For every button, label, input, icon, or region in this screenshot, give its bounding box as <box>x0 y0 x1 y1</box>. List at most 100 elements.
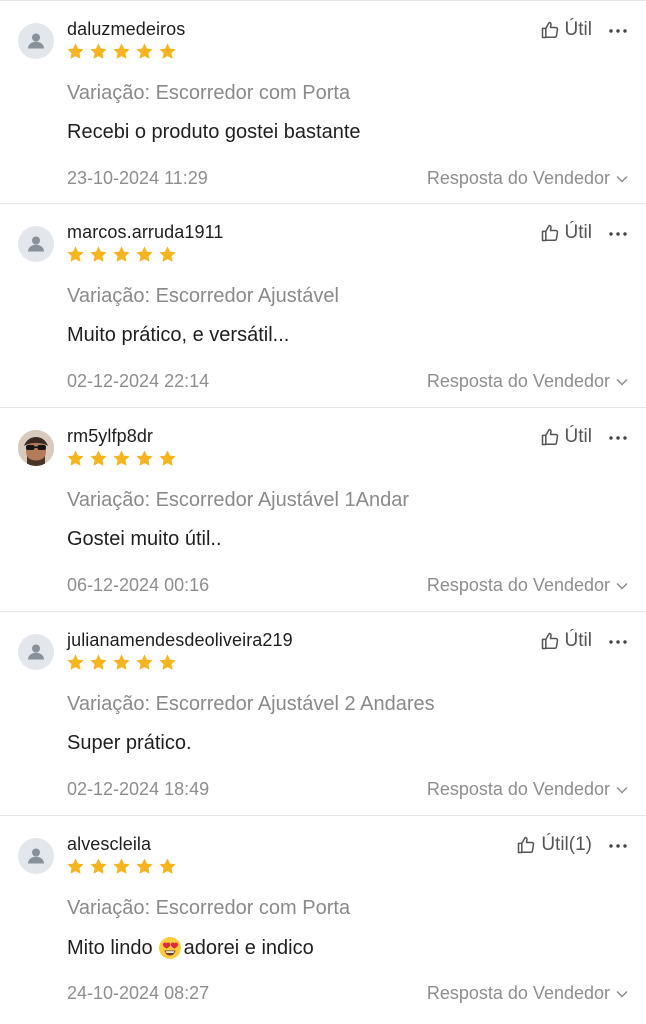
more-options-button[interactable] <box>608 224 628 244</box>
more-dots-icon <box>609 844 627 848</box>
review-timestamp: 02-12-2024 18:49 <box>67 779 210 799</box>
reviewer-username[interactable]: rm5ylfp8dr <box>67 426 153 447</box>
chevron-down-icon <box>616 175 628 183</box>
helpful-label: Útil <box>564 222 592 243</box>
star-icon <box>67 654 84 670</box>
more-options-button[interactable] <box>608 632 628 652</box>
reviewer-username[interactable]: alvescleila <box>67 834 151 855</box>
star-icon <box>136 654 153 670</box>
review-item: alvescleila Variação: Escorredor com Por… <box>0 816 646 1020</box>
star-icon <box>67 450 84 466</box>
variation-text: Variação: Escorredor Ajustável 2 Andares <box>67 693 435 715</box>
variation-text: Variação: Escorredor com Porta <box>67 82 351 104</box>
avatar[interactable] <box>18 430 54 466</box>
thumbs-up-icon <box>541 632 558 650</box>
helpful-label: Útil <box>564 426 592 447</box>
default-person-icon <box>28 33 44 49</box>
variation-text: Variação: Escorredor Ajustável <box>67 285 339 307</box>
star-icon <box>159 246 176 262</box>
seller-reply-toggle[interactable]: Resposta do Vendedor <box>427 779 628 800</box>
star-icon <box>159 43 176 59</box>
seller-reply-toggle[interactable]: Resposta do Vendedor <box>427 575 628 596</box>
star-icon <box>67 43 84 59</box>
more-options-button[interactable] <box>608 428 628 448</box>
helpful-button[interactable]: Útil <box>540 222 592 244</box>
star-icon <box>113 450 130 466</box>
thumbs-up-icon <box>541 224 558 242</box>
star-icon <box>136 450 153 466</box>
comment-text-before: Mito lindo <box>67 936 153 959</box>
avatar[interactable] <box>18 23 54 59</box>
review-item: rm5ylfp8dr Variação: Escorredor Ajustáve… <box>0 408 646 612</box>
comment-text-after: adorei e indico <box>183 936 314 959</box>
star-icon <box>159 858 176 874</box>
helpful-button[interactable]: Útil <box>540 630 592 652</box>
thumbs-up-icon <box>518 836 535 854</box>
helpful-label: Útil <box>564 19 592 40</box>
more-dots-icon <box>609 29 627 33</box>
avatar[interactable] <box>18 226 54 262</box>
star-rating <box>66 857 177 876</box>
helpful-label: Útil(1) <box>541 834 592 855</box>
helpful-label: Útil <box>564 630 592 651</box>
star-icon <box>113 654 130 670</box>
profile-photo <box>18 430 54 466</box>
review-timestamp: 02-12-2024 22:14 <box>67 371 210 391</box>
star-icon <box>159 654 176 670</box>
review-comment: Muito prático, e versátil... <box>67 324 290 346</box>
review-comment: Super prático. <box>67 732 192 754</box>
star-icon <box>113 43 130 59</box>
reviewer-username[interactable]: julianamendesdeoliveira219 <box>67 630 293 651</box>
review-timestamp: 23-10-2024 11:29 <box>67 168 208 188</box>
more-dots-icon <box>609 232 627 236</box>
chevron-down-icon <box>616 378 628 386</box>
review-comment: Recebi o produto gostei bastante <box>67 121 361 143</box>
thumbs-up-icon <box>541 21 558 39</box>
seller-reply-toggle[interactable]: Resposta do Vendedor <box>427 371 628 392</box>
variation-text: Variação: Escorredor Ajustável 1Andar <box>67 489 410 511</box>
seller-reply-label: Resposta do Vendedor <box>426 983 610 1003</box>
helpful-button[interactable]: Útil <box>540 426 592 448</box>
more-dots-icon <box>609 436 627 440</box>
seller-reply-label: Resposta do Vendedor <box>426 779 610 799</box>
thumbs-up-icon <box>541 428 558 446</box>
review-comment: Mito lindo adorei e indico <box>67 936 314 960</box>
default-person-icon <box>28 644 44 660</box>
star-icon <box>90 858 107 874</box>
more-dots-icon <box>609 640 627 644</box>
star-icon <box>136 43 153 59</box>
heart-eyes-emoji-icon <box>158 937 181 959</box>
chevron-down-icon <box>616 582 628 590</box>
star-rating <box>66 245 177 264</box>
review-list: daluzmedeiros Variação: Escorredor com P… <box>0 0 646 1020</box>
seller-reply-toggle[interactable]: Resposta do Vendedor <box>427 168 628 189</box>
helpful-button[interactable]: Útil(1) <box>516 834 592 856</box>
chevron-down-icon <box>616 786 628 794</box>
default-person-icon <box>28 848 44 864</box>
seller-reply-label: Resposta do Vendedor <box>426 575 610 595</box>
more-options-button[interactable] <box>608 21 628 41</box>
star-icon <box>67 246 84 262</box>
helpful-button[interactable]: Útil <box>540 19 592 41</box>
reviewer-username[interactable]: daluzmedeiros <box>67 19 185 40</box>
review-item: marcos.arruda1911 Variação: Escorredor A… <box>0 204 646 408</box>
more-options-button[interactable] <box>608 836 628 856</box>
star-icon <box>136 858 153 874</box>
seller-reply-toggle[interactable]: Resposta do Vendedor <box>427 983 628 1004</box>
review-timestamp: 06-12-2024 00:16 <box>67 575 210 595</box>
star-icon <box>67 858 84 874</box>
review-timestamp: 24-10-2024 08:27 <box>67 983 210 1003</box>
reviewer-username[interactable]: marcos.arruda1911 <box>67 222 223 243</box>
seller-reply-label: Resposta do Vendedor <box>426 371 610 391</box>
review-item: julianamendesdeoliveira219 Variação: Esc… <box>0 612 646 816</box>
star-icon <box>159 450 176 466</box>
star-icon <box>113 858 130 874</box>
avatar[interactable] <box>18 634 54 670</box>
star-rating <box>66 653 177 672</box>
seller-reply-label: Resposta do Vendedor <box>426 168 610 188</box>
star-icon <box>90 654 107 670</box>
avatar[interactable] <box>18 838 54 874</box>
star-icon <box>90 43 107 59</box>
review-item: daluzmedeiros Variação: Escorredor com P… <box>0 0 646 204</box>
star-icon <box>90 246 107 262</box>
